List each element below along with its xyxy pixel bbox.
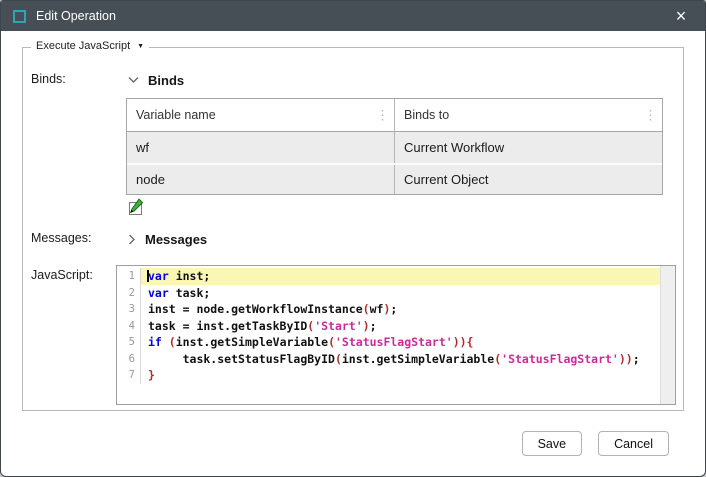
line-number: 6: [117, 351, 141, 368]
dialog-footer: Save Cancel: [1, 431, 669, 456]
close-icon[interactable]: ×: [667, 3, 695, 29]
messages-section-title: Messages: [145, 232, 207, 247]
table-row[interactable]: nodeCurrent Object: [127, 163, 662, 194]
code-line[interactable]: 7}: [117, 367, 660, 384]
column-header-label: Variable name: [136, 108, 216, 122]
column-header: Binds to ⋮: [394, 99, 662, 131]
code-text: if (inst.getSimpleVariable('StatusFlagSt…: [141, 334, 660, 351]
binds-section-toggle[interactable]: Binds: [116, 70, 683, 90]
code-text: var task;: [141, 285, 660, 302]
code-line[interactable]: 6 task.setStatusFlagByID(inst.getSimpleV…: [117, 351, 660, 368]
javascript-code-editor[interactable]: 1var inst;2var task;3inst = node.getWork…: [116, 265, 676, 405]
table-cell[interactable]: wf: [127, 132, 394, 163]
code-text: }: [141, 367, 660, 384]
messages-section-toggle[interactable]: Messages: [116, 229, 683, 249]
editor-scrollbar[interactable]: [660, 266, 675, 404]
operation-type-selector[interactable]: Execute JavaScript ▼: [31, 40, 149, 52]
messages-block: Messages: Messages: [31, 229, 683, 249]
line-number: 4: [117, 318, 141, 335]
dropdown-arrow-icon: ▼: [137, 43, 144, 50]
table-cell[interactable]: Current Workflow: [394, 132, 662, 163]
javascript-block: JavaScript: 1var inst;2var task;3inst = …: [31, 265, 683, 405]
code-line[interactable]: 1var inst;: [117, 268, 660, 285]
save-button[interactable]: Save: [522, 431, 583, 456]
messages-field-label: Messages:: [31, 229, 116, 249]
binds-block: Binds: Binds Variable name ⋮ Binds to ⋮ wfC…: [31, 70, 683, 216]
line-number: 2: [117, 285, 141, 302]
code-line[interactable]: 4task = inst.getTaskByID('Start');: [117, 318, 660, 335]
line-number: 3: [117, 301, 141, 318]
text-caret: [147, 270, 149, 282]
binds-table: Variable name ⋮ Binds to ⋮ wfCurrent Workfl…: [126, 98, 663, 195]
code-line[interactable]: 5if (inst.getSimpleVariable('StatusFlagS…: [117, 334, 660, 351]
app-icon: [13, 10, 26, 23]
code-text: var inst;: [141, 268, 660, 285]
code-text: task.setStatusFlagByID(inst.getSimpleVar…: [141, 351, 660, 368]
binds-table-header: Variable name ⋮ Binds to ⋮: [127, 99, 662, 132]
chevron-down-icon: [128, 76, 139, 84]
code-lines: 1var inst;2var task;3inst = node.getWork…: [117, 266, 660, 404]
column-header: Variable name ⋮: [127, 99, 394, 131]
chevron-right-icon: [128, 234, 136, 245]
binds-table-body: wfCurrent WorkflownodeCurrent Object: [127, 132, 662, 194]
binds-section-title: Binds: [148, 73, 184, 88]
column-menu-icon[interactable]: ⋮: [376, 109, 389, 122]
code-text: inst = node.getWorkflowInstance(wf);: [141, 301, 660, 318]
javascript-field-label: JavaScript:: [31, 265, 116, 405]
operation-groupbox: Execute JavaScript ▼ Binds: Binds Variab…: [22, 47, 684, 411]
operation-type-label: Execute JavaScript: [36, 40, 130, 52]
code-line[interactable]: 2var task;: [117, 285, 660, 302]
table-cell[interactable]: node: [127, 165, 394, 194]
edit-operation-dialog: Edit Operation × Execute JavaScript ▼ Bi…: [0, 0, 706, 477]
line-number: 7: [117, 367, 141, 384]
window-title: Edit Operation: [36, 9, 116, 23]
binds-field-label: Binds:: [31, 70, 116, 216]
edit-binds-icon[interactable]: [126, 198, 144, 216]
code-text: task = inst.getTaskByID('Start');: [141, 318, 660, 335]
table-row[interactable]: wfCurrent Workflow: [127, 132, 662, 163]
column-menu-icon[interactable]: ⋮: [644, 109, 657, 122]
table-cell[interactable]: Current Object: [394, 165, 662, 194]
column-header-label: Binds to: [404, 108, 449, 122]
cancel-button[interactable]: Cancel: [598, 431, 669, 456]
titlebar[interactable]: Edit Operation ×: [1, 1, 705, 31]
line-number: 1: [117, 268, 141, 285]
code-line[interactable]: 3inst = node.getWorkflowInstance(wf);: [117, 301, 660, 318]
line-number: 5: [117, 334, 141, 351]
